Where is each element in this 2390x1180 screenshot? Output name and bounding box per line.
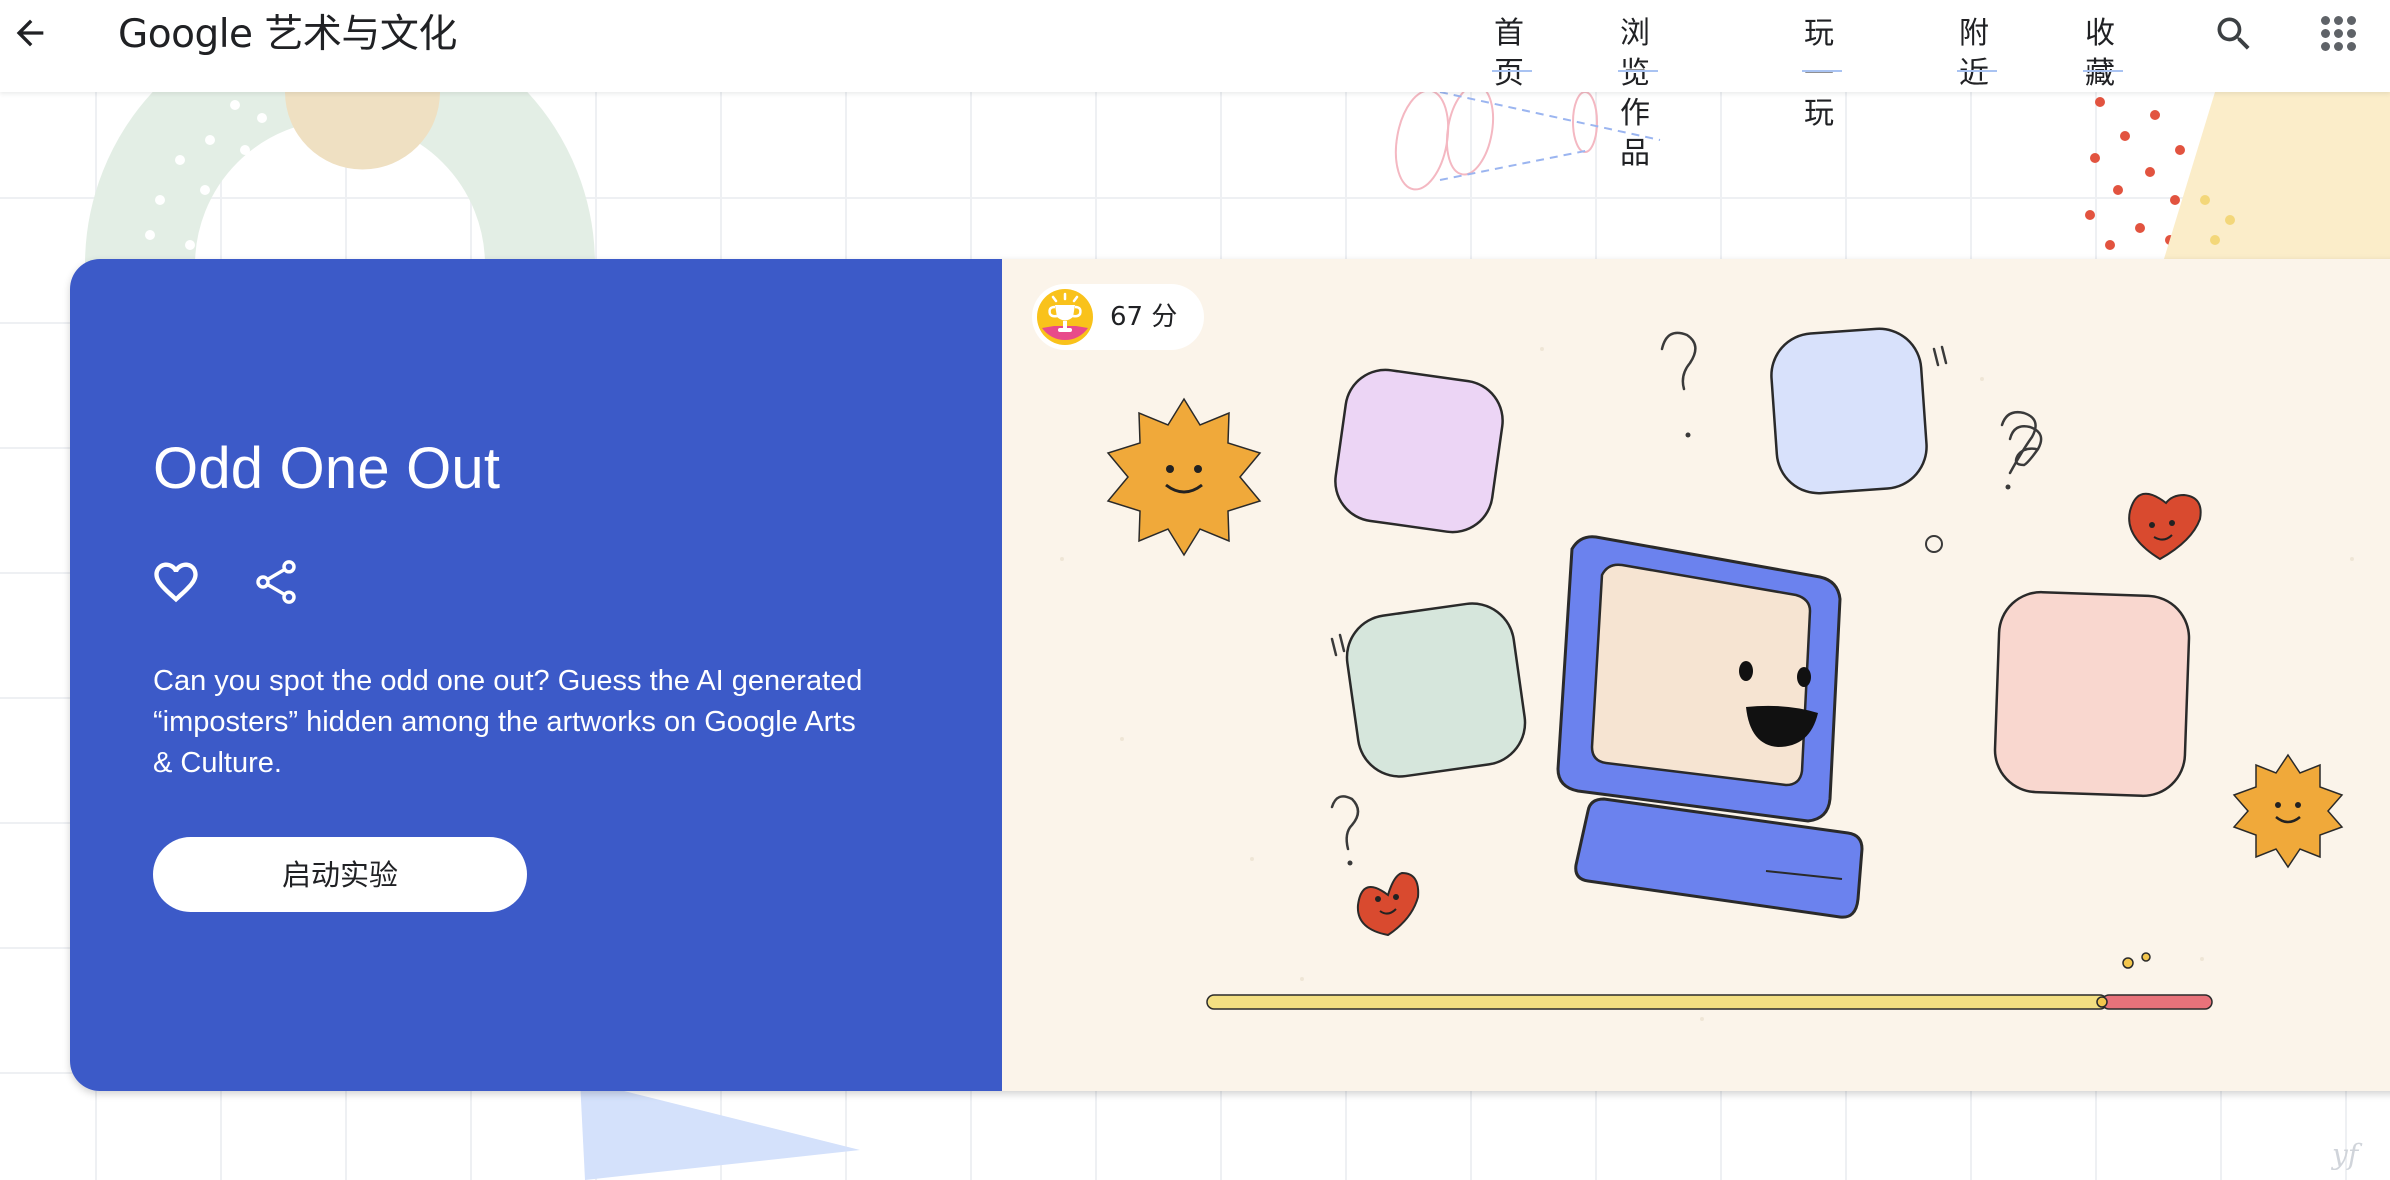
search-icon: [2217, 17, 2250, 50]
apps-grid-icon: [2319, 14, 2359, 54]
odd-one-out-illustration: [1060, 327, 2354, 1021]
experiment-title: Odd One Out: [153, 436, 501, 501]
like-button[interactable]: [150, 556, 202, 608]
nav-home[interactable]: 首页: [1492, 14, 1532, 91]
google-arts-culture-logo[interactable]: Google 艺术与文化: [118, 6, 457, 64]
watermark: yf: [2332, 1138, 2359, 1171]
background-decoration: [85, 92, 2390, 272]
back-button[interactable]: [10, 13, 50, 53]
experiment-description: Can you spot the odd one out? Guess the …: [153, 665, 863, 779]
search-button[interactable]: [2212, 12, 2256, 56]
experiment-info-panel: Odd One Out Can you spot the odd one out…: [70, 259, 1002, 1091]
launch-experiment-button[interactable]: 启动实验: [153, 837, 527, 912]
nav-explore[interactable]: 浏览作品: [1618, 14, 1658, 171]
nav-nearby[interactable]: 附近: [1957, 14, 1997, 91]
background-triangle: [580, 1080, 860, 1180]
heart-outline-icon: [154, 562, 198, 603]
experiment-illustration: 67 分: [1002, 259, 2390, 1091]
experiment-card: Odd One Out Can you spot the odd one out…: [70, 259, 2390, 1091]
share-icon: [256, 560, 296, 604]
nav-play[interactable]: 玩一玩: [1802, 14, 1842, 131]
arrow-back-icon: [16, 19, 44, 47]
apps-button[interactable]: [2319, 14, 2359, 54]
share-button[interactable]: [250, 556, 302, 608]
nav-favorites[interactable]: 收藏: [2083, 14, 2123, 91]
top-bar: Google 艺术与文化 首页 浏览作品 玩一玩 附近 收藏: [0, 0, 2390, 171]
